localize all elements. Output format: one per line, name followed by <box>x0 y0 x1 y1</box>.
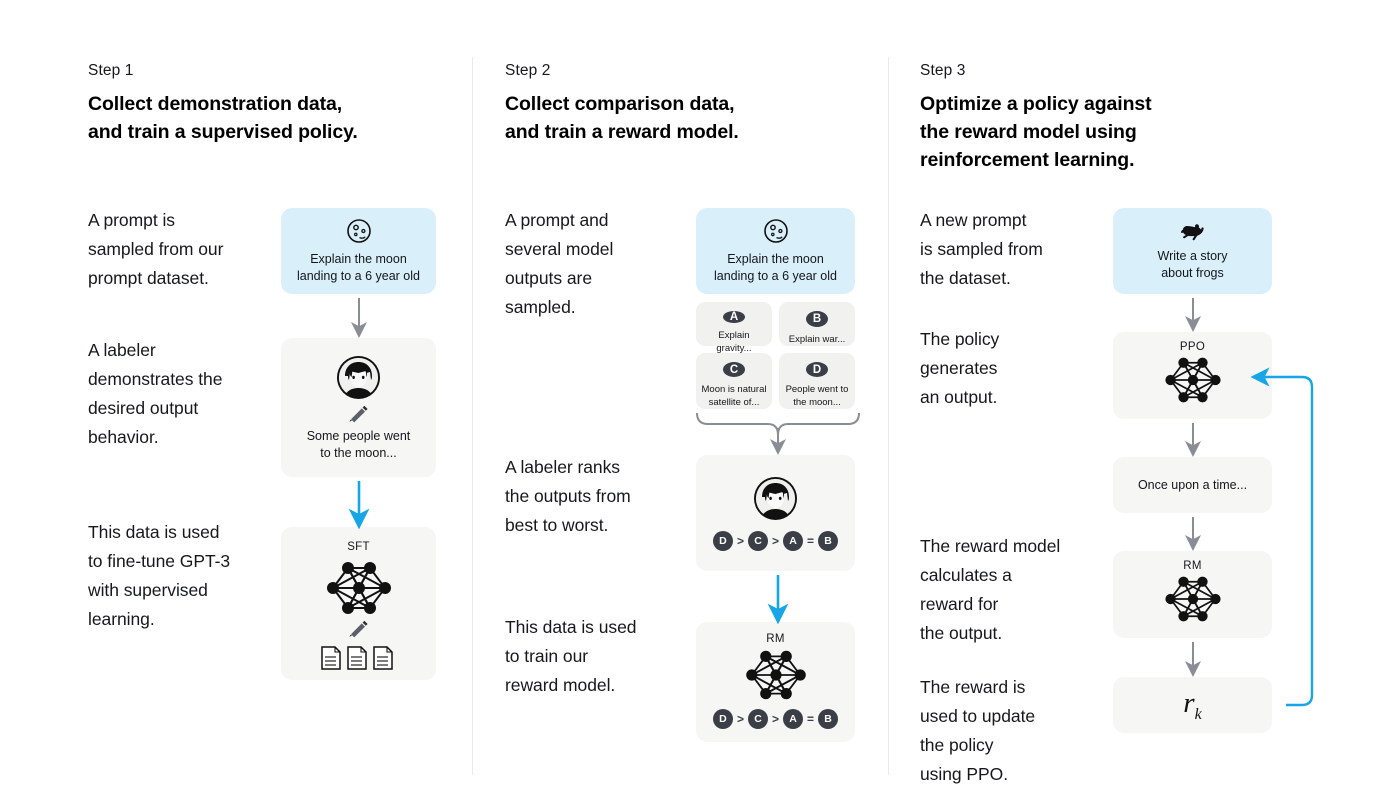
step-3-rm-card[interactable]: RM <box>1113 551 1272 638</box>
labeler-avatar-icon <box>335 354 382 401</box>
column-divider-1 <box>472 57 473 775</box>
labeler-avatar-icon <box>752 475 799 522</box>
moon-icon <box>763 218 789 244</box>
rank-op-1: > <box>736 534 744 548</box>
step-2-paragraph-3: This data is used to train our reward mo… <box>505 617 637 695</box>
rm-rank-op-2: > <box>771 712 779 726</box>
step-2-prompt-text: Explain the moon landing to a 6 year old <box>713 251 837 283</box>
step-1-labeler-text: Some people went to the moon... <box>306 428 411 460</box>
step-3-reward-card[interactable]: rk <box>1113 677 1272 733</box>
rm-rank-badge-4: B <box>818 709 839 729</box>
documents-icon <box>320 645 398 671</box>
output-badge-c: C <box>723 362 745 377</box>
step-1-paragraph-2: A labeler demonstrates the desired outpu… <box>88 340 223 447</box>
step-3-output-card[interactable]: Once upon a time... <box>1113 457 1272 513</box>
step-3-rm-label: RM <box>1183 560 1202 572</box>
output-badge-d: D <box>806 362 828 377</box>
neural-network-icon <box>739 648 813 702</box>
pencil-icon <box>348 405 370 424</box>
step-2-paragraph-2: A labeler ranks the outputs from best to… <box>505 457 631 535</box>
step-1-title: Collect demonstration data, and train a … <box>88 93 358 143</box>
output-badge-b: B <box>806 311 828 327</box>
reward-subscript: k <box>1194 705 1202 723</box>
rank-badge-1: D <box>712 531 733 551</box>
step-1-sft-card[interactable]: SFT <box>281 527 436 680</box>
step-3-output-text: Once upon a time... <box>1137 477 1248 492</box>
step-3-ppo-label: PPO <box>1179 341 1206 353</box>
rm-rank-op-1: > <box>736 712 744 726</box>
step-3-ppo-card[interactable]: PPO <box>1113 332 1272 419</box>
rm-rank-badge-2: C <box>747 709 768 729</box>
rank-badge-3: A <box>783 531 803 551</box>
step-2-rm-order: D > C > A = B <box>712 709 839 729</box>
output-badge-a: A <box>723 311 745 323</box>
rm-rank-op-3: = <box>807 712 815 726</box>
neural-network-icon <box>322 559 396 617</box>
step-2-output-card-c[interactable]: C Moon is natural satellite of... <box>696 353 772 409</box>
rlhf-diagram: Step 1 Collect demonstration data, and t… <box>0 0 1391 797</box>
frog-icon <box>1178 220 1208 242</box>
output-text-b: Explain war... <box>788 334 846 345</box>
output-text-c: Moon is natural satellite of... <box>701 384 767 408</box>
step-3-prompt-card[interactable]: Write a story about frogs <box>1113 208 1272 294</box>
step-2-paragraph-1: A prompt and several model outputs are s… <box>505 210 614 317</box>
step-1-labeler-card[interactable]: Some people went to the moon... <box>281 338 436 477</box>
reward-symbol: rk <box>1183 687 1201 724</box>
column-divider-2 <box>888 57 889 775</box>
rank-badge-2: C <box>747 531 768 551</box>
step-2-prompt-card[interactable]: Explain the moon landing to a 6 year old <box>696 208 855 294</box>
step-2-title: Collect comparison data, and train a rew… <box>505 93 739 143</box>
step-2-output-card-a[interactable]: A Explain gravity... <box>696 302 772 354</box>
reward-r: r <box>1183 686 1195 719</box>
step-3-prompt-text: Write a story about frogs <box>1157 249 1228 280</box>
step-1-column: Step 1 Collect demonstration data, and t… <box>88 0 458 797</box>
step-3-paragraph-3: The reward model calculates a reward for… <box>920 536 1061 643</box>
neural-network-icon <box>1159 574 1227 624</box>
rank-op-3: = <box>807 534 815 548</box>
step-2-output-card-d[interactable]: D People went to the moon... <box>779 353 855 409</box>
rm-rank-badge-3: A <box>783 709 803 729</box>
output-text-d: People went to the moon... <box>785 384 849 408</box>
output-text-a: Explain gravity... <box>716 330 752 354</box>
step-3-paragraph-4: The reward is used to update the policy … <box>920 677 1036 784</box>
step-1-paragraph-3: This data is used to fine-tune GPT-3 wit… <box>88 522 231 629</box>
step-3-column: Step 3 Optimize a policy against the rew… <box>920 0 1285 797</box>
pencil-icon <box>348 620 370 639</box>
step-3-paragraph-2: The policy generates an output. <box>920 329 1000 407</box>
rank-badge-4: B <box>818 531 839 551</box>
step-1-prompt-text: Explain the moon landing to a 6 year old <box>296 251 420 283</box>
step-2-rm-card[interactable]: RM D > C > A = B <box>696 622 855 742</box>
step-3-label: Step 3 <box>920 62 966 79</box>
step-2-ranking-card[interactable]: D > C > A = B <box>696 455 855 571</box>
step-3-title: Optimize a policy against the reward mod… <box>920 93 1152 171</box>
moon-icon <box>346 218 372 244</box>
step-1-sft-label: SFT <box>347 541 370 553</box>
step-2-rm-label: RM <box>766 633 785 645</box>
rm-rank-badge-1: D <box>712 709 733 729</box>
step-3-paragraph-1: A new prompt is sampled from the dataset… <box>920 210 1043 288</box>
step-1-paragraph-1: A prompt is sampled from our prompt data… <box>88 210 224 288</box>
neural-network-icon <box>1159 355 1227 405</box>
step-1-label: Step 1 <box>88 62 134 79</box>
step-2-column: Step 2 Collect comparison data, and trai… <box>505 0 857 797</box>
step-2-ranking-order: D > C > A = B <box>712 531 839 551</box>
step-2-output-card-b[interactable]: B Explain war... <box>779 302 855 346</box>
step-2-label: Step 2 <box>505 62 551 79</box>
rank-op-2: > <box>771 534 779 548</box>
step-1-prompt-card[interactable]: Explain the moon landing to a 6 year old <box>281 208 436 294</box>
